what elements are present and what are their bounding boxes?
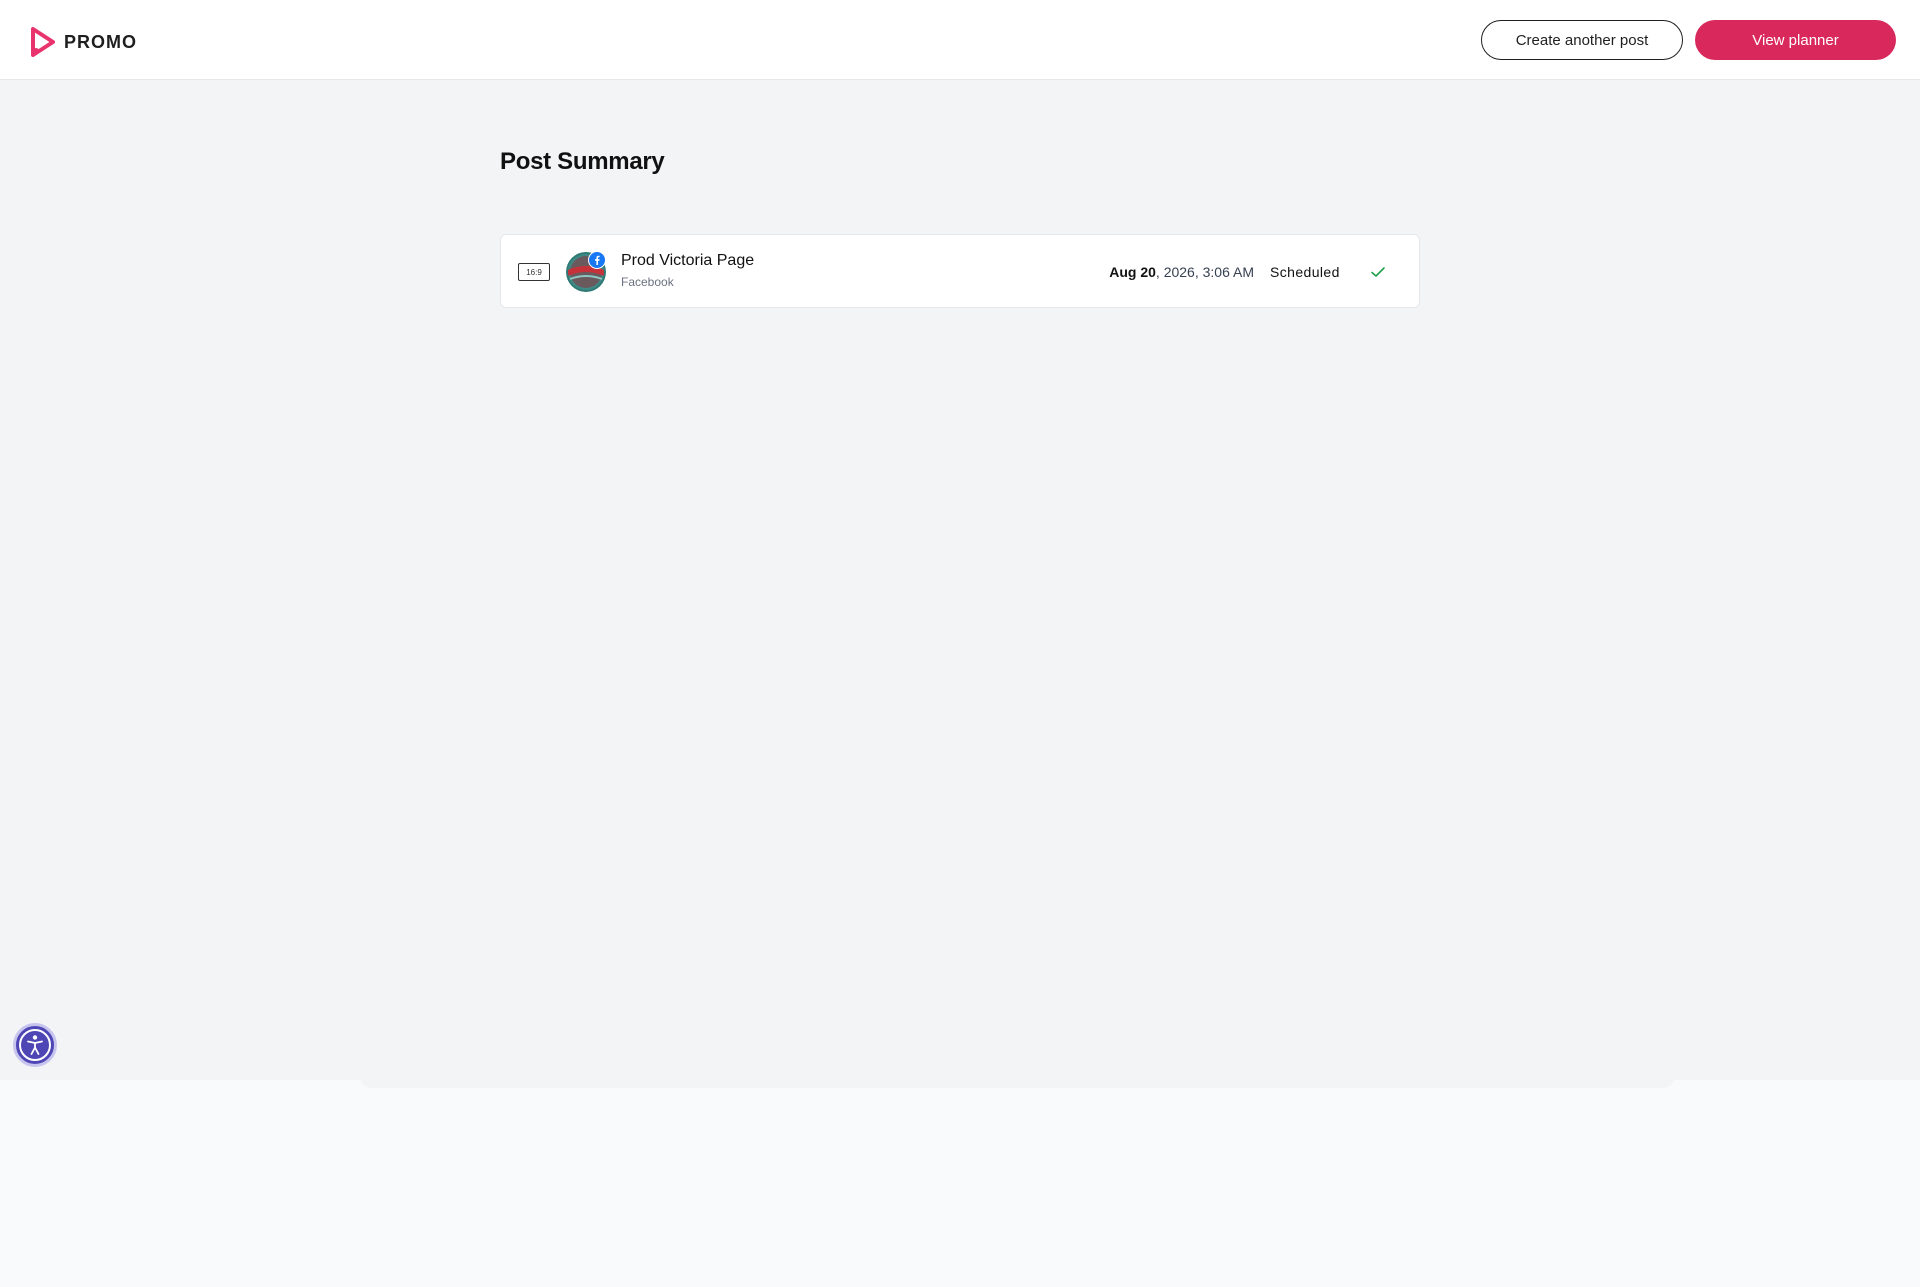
- account-platform: Facebook: [621, 275, 674, 289]
- content-bottom-edge: [360, 1076, 1675, 1088]
- post-status: Scheduled: [1270, 264, 1340, 280]
- brand-name: PROMO: [64, 31, 138, 52]
- accessibility-icon: [19, 1029, 51, 1061]
- top-header: PROMO Create another post View planner: [0, 0, 1920, 80]
- check-icon: [1369, 264, 1387, 280]
- facebook-icon: [588, 251, 606, 269]
- post-summary-row: 16:9 Prod Victoria Page Facebook Aug 20,…: [500, 234, 1420, 308]
- scheduled-date-strong: Aug 20: [1109, 264, 1156, 280]
- page-title: Post Summary: [500, 148, 665, 175]
- promo-logo-icon: [30, 27, 56, 57]
- account-name: Prod Victoria Page: [621, 252, 755, 269]
- scheduled-datetime: Aug 20, 2026, 3:06 AM: [1109, 264, 1254, 280]
- create-another-post-button[interactable]: Create another post: [1481, 20, 1683, 60]
- aspect-ratio-badge: 16:9: [518, 263, 550, 281]
- accessibility-button[interactable]: [13, 1023, 57, 1067]
- main-content: [0, 80, 1920, 1080]
- scheduled-date-rest: , 2026, 3:06 AM: [1155, 264, 1254, 280]
- brand-logo[interactable]: PROMO: [30, 27, 137, 57]
- view-planner-button[interactable]: View planner: [1695, 20, 1896, 60]
